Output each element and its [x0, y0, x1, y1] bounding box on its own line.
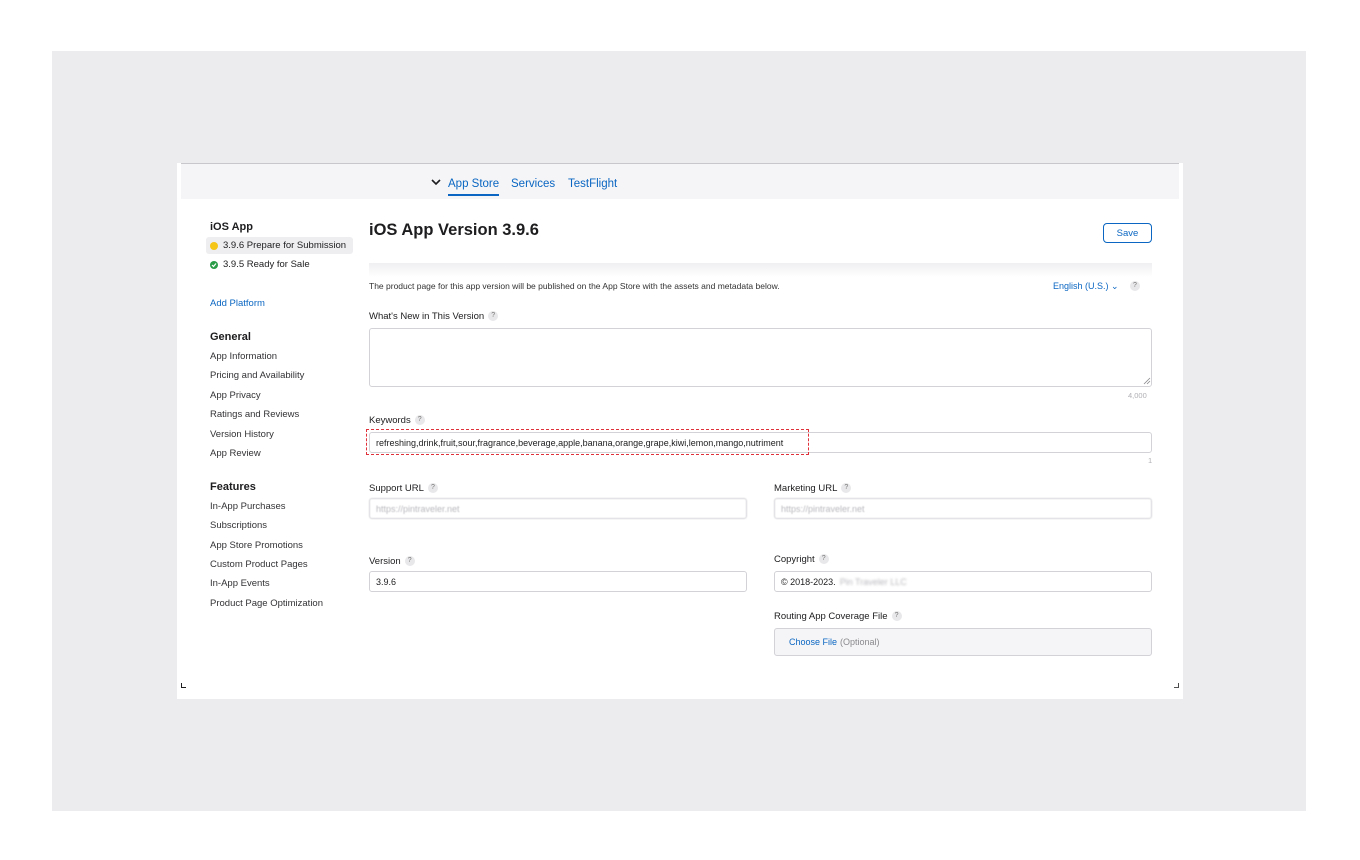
keywords-char-count: 1 [1148, 456, 1153, 465]
sidebar-version-label: 3.9.5 Ready for Sale [223, 259, 310, 270]
sidebar-version-3-9-6[interactable]: 3.9.6 Prepare for Submission [206, 237, 353, 254]
whats-new-label: What's New in This Version? [369, 311, 499, 322]
sidebar-item-app-information[interactable]: App Information [210, 351, 277, 362]
sidebar-item-page-optimization[interactable]: Product Page Optimization [210, 598, 323, 609]
page-description: The product page for this app version wi… [369, 281, 780, 291]
pending-status-icon [210, 241, 218, 250]
optional-hint: (Optional) [840, 637, 880, 647]
save-button[interactable]: Save [1103, 223, 1152, 243]
help-icon[interactable]: ? [404, 556, 415, 567]
sidebar-heading-general: General [210, 331, 251, 343]
sidebar-version-label: 3.9.6 Prepare for Submission [223, 240, 347, 251]
section-divider [369, 263, 1152, 277]
copyright-label: Copyright? [774, 554, 829, 565]
chevron-down-icon: ⌄ [1111, 281, 1119, 291]
tab-app-store[interactable]: App Store [448, 178, 500, 196]
help-icon[interactable]: ? [841, 483, 852, 494]
help-icon[interactable]: ? [427, 483, 438, 494]
resize-grip-icon[interactable] [1143, 377, 1151, 385]
help-icon[interactable]: ? [818, 554, 829, 565]
keywords-label: Keywords? [369, 415, 425, 426]
tab-testflight[interactable]: TestFlight [568, 178, 617, 190]
keywords-input[interactable] [369, 432, 1152, 453]
version-label-text: Version [369, 556, 401, 567]
sidebar-item-in-app-purchases[interactable]: In-App Purchases [210, 501, 286, 512]
help-icon[interactable]: ? [891, 611, 902, 622]
top-nav-bar: App Store Services TestFlight [181, 163, 1179, 199]
version-input[interactable] [369, 571, 747, 592]
sidebar-item-version-history[interactable]: Version History [210, 429, 274, 440]
checkmark-icon [210, 260, 218, 269]
sidebar-item-custom-pages[interactable]: Custom Product Pages [210, 559, 308, 570]
help-icon[interactable]: ? [1130, 281, 1140, 291]
support-url-input[interactable] [369, 498, 747, 519]
help-icon[interactable]: ? [488, 311, 499, 322]
support-url-label-text: Support URL [369, 483, 424, 494]
chevron-down-icon[interactable] [429, 176, 443, 188]
language-selector[interactable]: English (U.S.) ⌄ [1053, 281, 1119, 292]
marketing-url-label: Marketing URL? [774, 483, 852, 494]
keywords-label-text: Keywords [369, 415, 411, 426]
support-url-label: Support URL? [369, 483, 438, 494]
sidebar-title: iOS App [210, 221, 253, 233]
corner-mark-icon [1174, 683, 1179, 688]
choose-file-button[interactable]: Choose File [789, 637, 837, 647]
routing-file-label: Routing App Coverage File? [774, 611, 902, 622]
page-title: iOS App Version 3.9.6 [369, 221, 539, 239]
sidebar-item-promotions[interactable]: App Store Promotions [210, 540, 303, 551]
routing-file-label-text: Routing App Coverage File [774, 611, 888, 622]
tab-services[interactable]: Services [511, 178, 555, 190]
routing-file-picker: Choose File (Optional) [774, 628, 1152, 656]
sidebar-item-app-review[interactable]: App Review [210, 448, 261, 459]
whats-new-label-text: What's New in This Version [369, 311, 485, 322]
copyright-input[interactable]: © 2018-2023. Pin Traveler LLC [774, 571, 1152, 592]
version-label: Version? [369, 556, 415, 567]
copyright-value: © 2018-2023. [781, 576, 836, 587]
sidebar-heading-features: Features [210, 481, 256, 493]
whats-new-char-count: 4,000 [1128, 391, 1147, 400]
app-window: App Store Services TestFlight iOS App 3.… [177, 163, 1183, 699]
sidebar-item-in-app-events[interactable]: In-App Events [210, 578, 270, 589]
sidebar-item-pricing[interactable]: Pricing and Availability [210, 370, 304, 381]
marketing-url-input[interactable] [774, 498, 1152, 519]
language-label: English (U.S.) [1053, 281, 1109, 291]
add-platform-link[interactable]: Add Platform [210, 298, 265, 309]
corner-mark-icon [181, 683, 186, 688]
sidebar-item-subscriptions[interactable]: Subscriptions [210, 520, 267, 531]
sidebar-item-app-privacy[interactable]: App Privacy [210, 390, 261, 401]
copyright-label-text: Copyright [774, 554, 815, 565]
copyright-owner-redacted: Pin Traveler LLC [839, 576, 907, 587]
marketing-url-label-text: Marketing URL [774, 483, 838, 494]
sidebar-item-ratings[interactable]: Ratings and Reviews [210, 409, 299, 420]
sidebar-version-3-9-5[interactable]: 3.9.5 Ready for Sale [206, 256, 353, 273]
whats-new-textarea[interactable] [369, 328, 1152, 387]
help-icon[interactable]: ? [414, 415, 425, 426]
